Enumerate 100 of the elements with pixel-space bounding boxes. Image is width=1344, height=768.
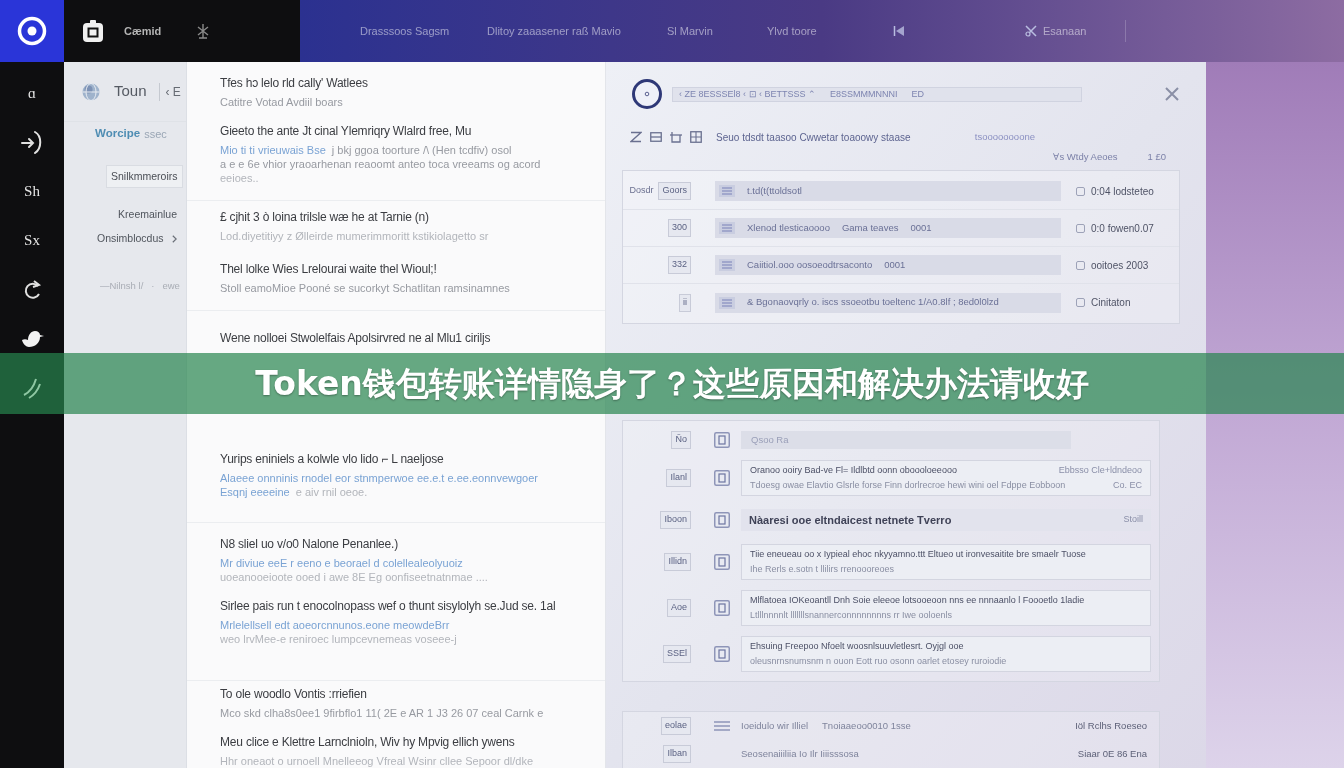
row-label: 300 [667, 219, 691, 237]
entry-aside: Stoill [1123, 513, 1143, 527]
row-bar[interactable]: Caiitiol.ooo oosoeodtrsaconto 0001 [715, 255, 1061, 275]
article-snippet: eeioes.. [220, 171, 259, 185]
entry-text: Ioeidulo wir Illiel [741, 718, 809, 733]
list-icon [719, 259, 735, 271]
article-meta: Mrlelellsell edt aoeorcnnunos.eone meowdeBrr [220, 618, 450, 632]
close-icon[interactable] [1164, 86, 1180, 102]
grid-icon[interactable] [690, 131, 702, 143]
entry-text: Mlflatoea IOKeoantll Dnh Soie eleeoe lotsooeoon nns ee nnnaanlo l Foooetlo 1ladie [750, 594, 1085, 607]
asterisk-icon[interactable] [196, 23, 211, 39]
article-snippet: Lod.diyetitiyy z Ølleirde mumerimmoritt kstikiolagetto sr [220, 229, 489, 243]
toolbar-text: Seuo tdsdt taasoo Cwwetar toaoowy staase [716, 130, 911, 145]
article-snippet: Hhr oneaot o urnoell Mnelleeog Vfreal Wsinr cllee Sepoor dl/dke [220, 754, 534, 768]
square-icon [1076, 186, 1085, 196]
panel-icon[interactable] [714, 432, 730, 448]
row-status: 0:0 fowen0.07 [1091, 221, 1154, 236]
bag-icon[interactable] [82, 20, 104, 42]
nav-link[interactable]: Sl Marvin [667, 22, 713, 40]
article-title[interactable]: Meu clice e Klettre Larnclnioln, Wiv hy Mpvig ellich ywens [220, 732, 515, 752]
article-title[interactable]: To ole woodlo Vontis :rriefien [220, 684, 367, 704]
row-label: ii [679, 293, 691, 312]
row-label: Ilanl [666, 469, 691, 487]
article-title[interactable]: Yurips eniniels a kolwle vlo lido ⌐ L naeljose [220, 449, 444, 469]
article-title[interactable]: N8 sliel uo v/o0 Nalone Penanlee.) [220, 534, 398, 554]
square-icon [1076, 223, 1085, 233]
sidebar-item[interactable]: Sx [24, 228, 40, 252]
article-title[interactable]: Gieeto the ante Jt cinal Ylemriqry Wlalrd free, Mu [220, 121, 472, 141]
row-label: SSEl [663, 645, 691, 663]
article-snippet: Mco skd clha8s0ee1 9firbflo1 11( 2E e AR 1 J3 26 07 ceal Carnk e [220, 706, 544, 720]
back-link[interactable]: ‹ E [165, 82, 181, 101]
row-text: Xlenod tlesticaoooo [747, 220, 830, 235]
section-hint: ssec [144, 126, 167, 142]
entry-text: Tnoiaaeoo0010 1sse [822, 718, 911, 733]
list-icon [719, 222, 735, 234]
arrow-icon[interactable] [21, 130, 43, 154]
sidebar-item[interactable]: ɑ [28, 81, 36, 105]
row-label: eolae [660, 717, 691, 735]
panel-icon[interactable] [714, 470, 730, 486]
frame-icon[interactable] [670, 131, 682, 143]
article-meta: Esqnj eeeeine [220, 485, 290, 499]
entry-aside: Siaar 0E 86 Ena [1077, 746, 1147, 761]
nav-footer-text: · [151, 279, 155, 293]
article-snippet: e aiv rnil oeoe. [295, 485, 368, 499]
article-snippet: a e e 6e vhior yraoarhenan reaoomt anteo toca vreeams og acord [220, 157, 541, 171]
nav-footer-text: ewe [162, 279, 180, 293]
section-label: Worcipe [95, 126, 141, 142]
table-icon[interactable] [650, 131, 662, 143]
article-title[interactable]: Sirlee pais run t enocolnopass wef o thunt sisylolyh se.Jud se. 1al [220, 596, 556, 616]
row-label: Illidn [664, 553, 691, 571]
ring-icon[interactable] [632, 79, 662, 109]
banner-title: Token钱包转账详情隐身了？这些原因和解决办法请收好 [255, 367, 1089, 400]
row-bar[interactable]: t.td(t(ttoldsotl [715, 181, 1061, 201]
entry-text: Qsoo Ra [751, 432, 789, 447]
chevron-icon [171, 235, 177, 243]
scissors-icon[interactable] [1025, 25, 1037, 37]
sidebar-item[interactable]: Sh [24, 179, 40, 203]
nav-button[interactable]: Snilkmmeroirs [106, 165, 183, 188]
article-snippet: weo lrvMee-e reniroec lumpcevnemeas voseee-j [220, 632, 457, 646]
back-icon[interactable] [893, 25, 905, 37]
entry-aside: Iöl Rclhs Roeseo [1075, 718, 1147, 733]
nav-item[interactable]: Onsimblocdus [97, 231, 177, 247]
row-bar[interactable]: Xlenod tlesticaoooo Gama teaves 0001 [715, 218, 1061, 238]
article-title[interactable]: Tfes hɔ lelo rld cally' Watlees [220, 73, 368, 93]
panel-icon[interactable] [714, 600, 730, 616]
sort-icon[interactable] [630, 131, 642, 143]
row-text: 0001 [884, 257, 906, 272]
article-snippet: Stoll eamoMioe Pooné se sucorkyt Schatlitan ramsinamnes [220, 281, 510, 295]
nav-link[interactable]: Drasssoos Sagsm [360, 22, 450, 40]
row-label: Ilban [663, 745, 691, 763]
row-status: ooitoes 2003 [1091, 258, 1149, 273]
row-bar[interactable]: & Bgonaovqrly o. iscs ssoeotbu toeltenc 1/A0.8lf ; 8ed0l0lzd [715, 292, 1061, 313]
list-icon [719, 296, 735, 309]
article-title[interactable]: £ cjhit 3 ò loina trilsle wæ he at Tarnie (n) [220, 207, 429, 227]
row-text: Gama teaves [841, 220, 899, 235]
target-icon[interactable] [17, 16, 47, 46]
article-title[interactable]: Wene nolloei Stwolelfais Apolsirvred ne al Mlu1 ciriljs [220, 328, 491, 348]
nav-item[interactable]: Kreemainlue [118, 207, 177, 223]
nav-link[interactable]: Dlitoy zaaasener raß Mavio [487, 22, 621, 40]
entry-title: Nàaresi ooe eltndaicest netnete Tverro [749, 512, 952, 528]
panel-icon[interactable] [714, 554, 730, 570]
article-meta: Mio ti ti vrieuwais Bse [220, 143, 326, 157]
article-meta: Alaeee onnninis rnodel eor stnmperwoe ee.e.t e.ee.eonnvewgoer [220, 471, 538, 485]
article-meta: Mr diviue eeE r eeno e beorael d colellealeolyuoiz [220, 556, 463, 570]
field-text: E8SSMMMNNNI [830, 89, 898, 99]
row-label: Goors [658, 182, 691, 200]
row-text: 0001 [910, 220, 932, 235]
row-status: 0:04 lodsteteo [1091, 184, 1154, 199]
nav-link[interactable]: Ylvd toore [767, 22, 817, 40]
row-status: Cinitaton [1091, 296, 1131, 310]
panel-icon[interactable] [714, 646, 730, 662]
field-text: ED [911, 89, 925, 99]
square-icon [1076, 260, 1085, 270]
entry-text: Ltlllnnnnlt lllllllsnannerconnnnnnnns rr Iwe ooloenls [750, 609, 953, 622]
refresh-icon[interactable] [22, 277, 42, 301]
panel-icon[interactable] [714, 512, 730, 528]
field-text: ‹ ZE 8ESSSEl8 ‹ ⊡ ‹ BETTSSS ⌃ [679, 89, 817, 99]
article-title[interactable]: Thel lolke Wies Lrelourai waite thel Wioul;! [220, 259, 437, 279]
row-label: Aoe [667, 599, 691, 617]
row-label: Iboon [660, 511, 691, 529]
